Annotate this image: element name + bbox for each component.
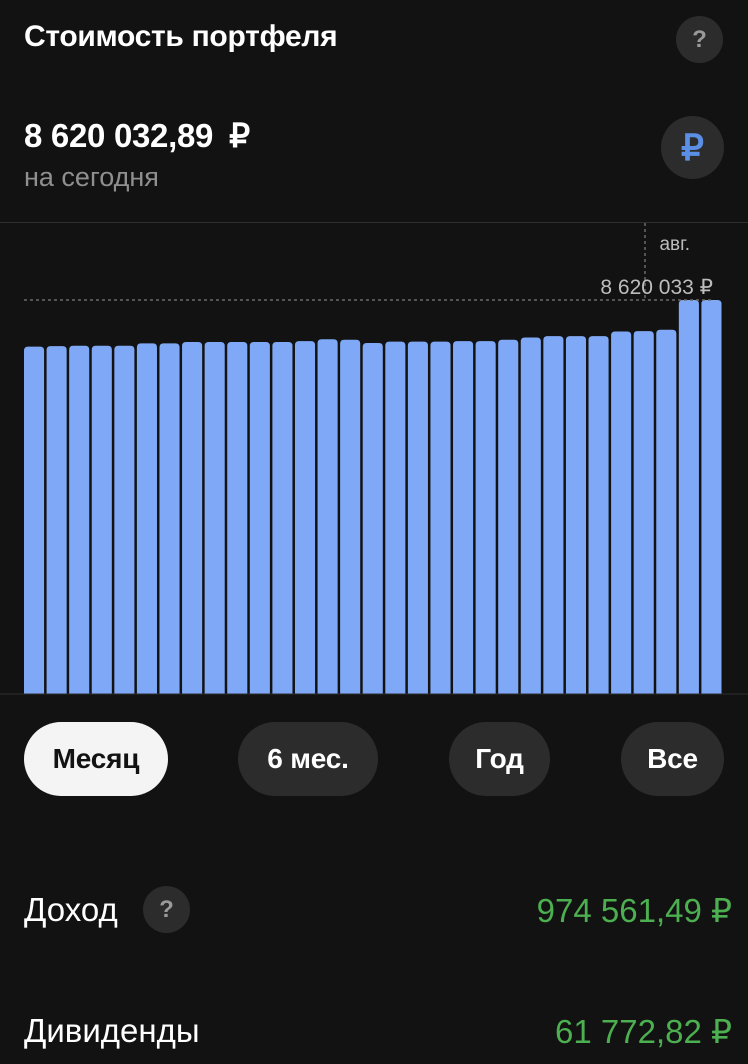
chart-max-label: 8 620 033 ₽ [600, 276, 713, 299]
period-year-button[interactable]: Год [449, 722, 550, 796]
currency-toggle-button[interactable]: ₽ [661, 116, 724, 179]
chart-bar[interactable] [340, 339, 361, 694]
chart-bar[interactable] [453, 341, 474, 694]
portfolio-value-currency: ₽ [229, 117, 250, 154]
chart-bar[interactable] [46, 346, 67, 694]
chart-bar[interactable] [475, 341, 496, 694]
income-help-button[interactable]: ? [143, 886, 190, 933]
chart-bar[interactable] [204, 342, 225, 694]
portfolio-chart[interactable]: авг. 8 620 033 ₽ [0, 223, 748, 695]
chart-bar[interactable] [520, 337, 541, 694]
chart-bar[interactable] [114, 345, 135, 694]
chart-bar[interactable] [227, 342, 248, 694]
chart-bar[interactable] [678, 300, 699, 694]
portfolio-value-amount: 8 620 032,89 [24, 117, 214, 154]
portfolio-value: 8 620 032,89 ₽ [24, 116, 250, 155]
chart-bar[interactable] [362, 342, 383, 694]
chart-bar[interactable] [701, 300, 722, 694]
chart-bar[interactable] [136, 343, 157, 694]
income-value: 974 561,49 ₽ [536, 892, 732, 929]
chart-bar[interactable] [611, 331, 632, 694]
chart-bar[interactable] [633, 331, 654, 694]
period-selector: Месяц 6 мес. Год Все [0, 722, 748, 796]
question-icon: ? [692, 25, 707, 53]
chart-bars [24, 300, 722, 694]
period-all-button[interactable]: Все [621, 722, 724, 796]
chart-bar[interactable] [249, 342, 270, 694]
question-icon: ? [159, 895, 174, 923]
chart-bar[interactable] [69, 345, 90, 694]
chart-bar[interactable] [385, 341, 406, 694]
chart-bar[interactable] [543, 336, 564, 694]
page-title: Стоимость портфеля [24, 20, 338, 53]
chart-bar[interactable] [565, 336, 587, 694]
chart-bar[interactable] [430, 341, 451, 694]
value-date-label: на сегодня [24, 162, 159, 192]
chart-bar[interactable] [407, 341, 428, 694]
dividends-label: Дивиденды [24, 1012, 200, 1049]
period-6-months-button[interactable]: 6 мес. [238, 722, 378, 796]
chart-month-label: авг. [659, 234, 690, 255]
chart-bar[interactable] [91, 345, 112, 694]
chart-bar[interactable] [656, 329, 677, 694]
chart-bar[interactable] [182, 342, 203, 694]
chart-bar[interactable] [588, 336, 609, 694]
income-label: Доход [24, 891, 118, 928]
chart-bar[interactable] [317, 339, 338, 694]
chart-bar[interactable] [24, 346, 45, 694]
period-month-button[interactable]: Месяц [24, 722, 168, 796]
chart-bar[interactable] [294, 341, 316, 694]
chart-bar[interactable] [272, 342, 293, 694]
chart-bar[interactable] [159, 343, 180, 694]
help-button[interactable]: ? [676, 16, 723, 63]
chart-bar[interactable] [498, 339, 519, 694]
dividends-value: 61 772,82 ₽ [555, 1013, 732, 1050]
